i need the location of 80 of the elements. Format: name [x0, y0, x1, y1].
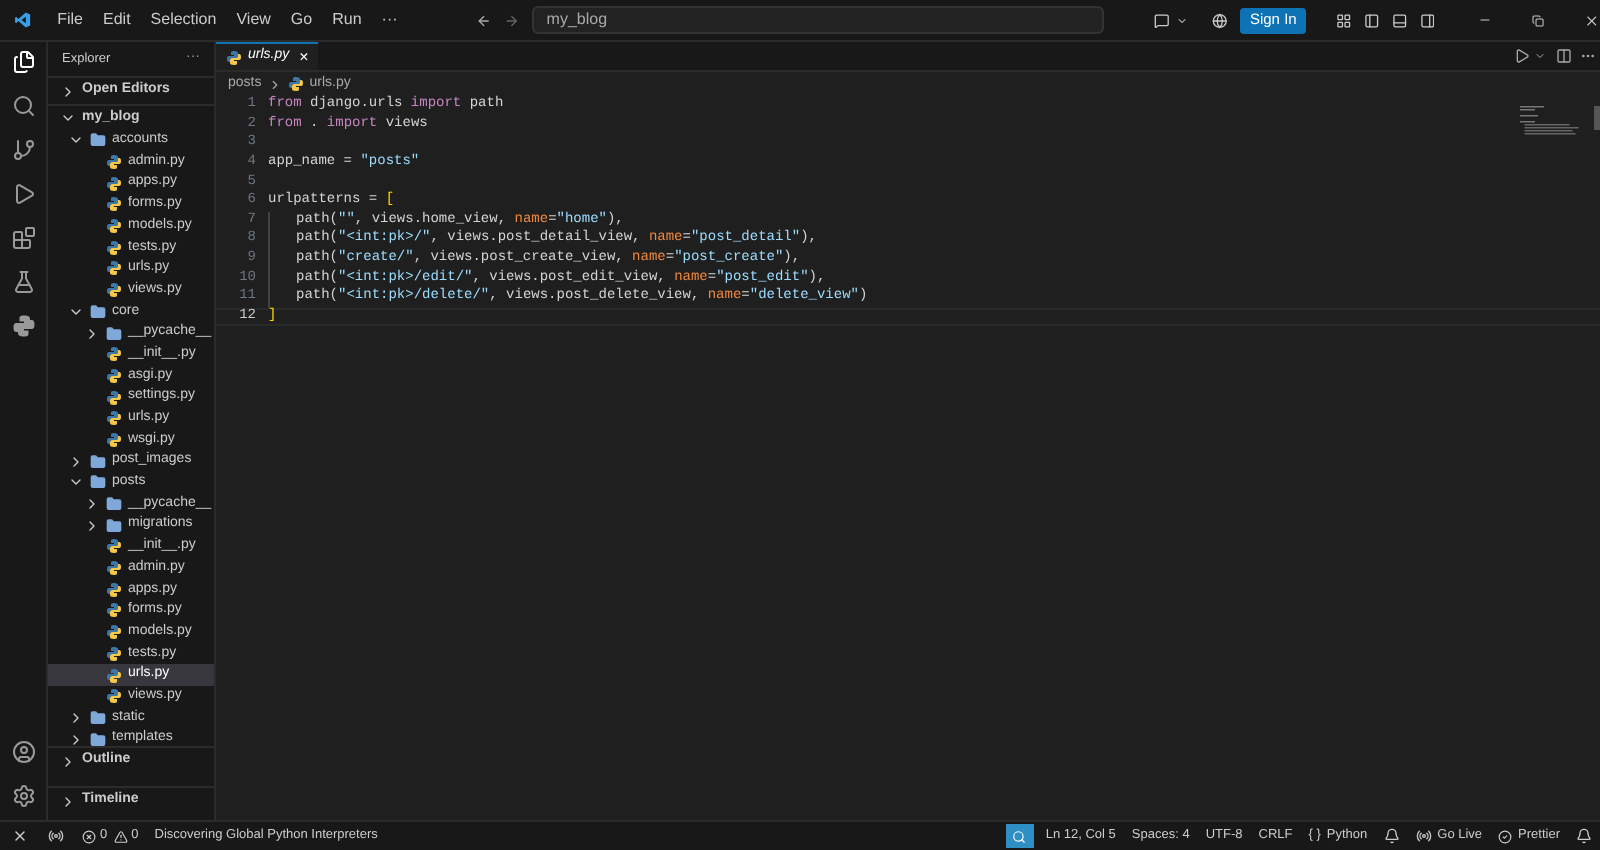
error-icon[interactable] — [82, 829, 96, 843]
panel-left-icon[interactable] — [1364, 11, 1380, 29]
extensions-icon[interactable] — [11, 226, 35, 250]
folder-icon — [90, 709, 106, 726]
close-icon[interactable] — [1584, 11, 1600, 29]
menu-item[interactable]: Edit — [93, 8, 141, 32]
python-icon — [106, 602, 122, 619]
python-icon — [106, 581, 122, 598]
chat-icon[interactable] — [1154, 11, 1171, 29]
folder-icon — [90, 731, 106, 748]
folder-icon — [106, 325, 122, 342]
menu-item[interactable]: ··· — [371, 8, 408, 32]
python-icon — [106, 410, 122, 427]
menu-item[interactable]: Go — [280, 8, 323, 32]
flask-icon[interactable] — [11, 270, 35, 294]
globe-icon[interactable] — [1212, 11, 1228, 29]
menu-item[interactable]: File — [47, 8, 93, 32]
restore-icon[interactable] — [1532, 13, 1545, 27]
ports-icon[interactable] — [48, 828, 64, 844]
python-icon — [106, 560, 122, 577]
run-icon[interactable] — [1514, 48, 1530, 64]
broadcast-icon[interactable] — [1415, 828, 1432, 844]
folder-icon — [90, 453, 106, 470]
panel-bottom-icon[interactable] — [1391, 11, 1408, 29]
run-debug-icon[interactable] — [11, 182, 35, 206]
minimap-drawing — [1520, 106, 1580, 136]
python-icon — [106, 218, 122, 235]
files-icon[interactable] — [11, 50, 35, 74]
python-icon — [106, 538, 122, 555]
python-icon — [287, 76, 304, 92]
branch-icon[interactable] — [11, 138, 35, 162]
chevron-right-icon — [267, 77, 282, 91]
chevron-down-icon[interactable] — [1176, 13, 1189, 27]
python-icon — [106, 367, 122, 384]
back-icon[interactable] — [475, 11, 492, 29]
python-icon — [106, 154, 122, 171]
menu-item[interactable]: Selection — [140, 8, 227, 32]
python-icon — [106, 624, 122, 641]
python-icon — [106, 175, 122, 192]
folder-icon — [106, 517, 122, 534]
tab-close[interactable]: × — [299, 45, 309, 69]
folder-icon — [90, 132, 106, 149]
python-icon[interactable] — [11, 314, 35, 338]
python-icon — [106, 196, 122, 213]
command-center-field[interactable]: my_blog — [532, 6, 1105, 34]
folder-icon — [90, 474, 106, 491]
search-icon[interactable] — [11, 94, 35, 118]
check-icon[interactable] — [1498, 829, 1513, 843]
python-icon — [106, 431, 122, 448]
python-icon — [106, 282, 122, 299]
menu-item[interactable]: Run — [322, 8, 372, 32]
python-icon — [106, 688, 122, 705]
python-icon — [106, 389, 122, 406]
panel-right-icon[interactable] — [1419, 11, 1435, 29]
chevron-down-icon[interactable] — [1534, 50, 1546, 62]
search-icon — [1012, 829, 1027, 843]
folder-icon — [106, 496, 122, 513]
warning-icon[interactable] — [113, 829, 128, 843]
forward-icon[interactable] — [503, 11, 519, 29]
notifications-icon[interactable] — [1576, 828, 1592, 844]
layout-icon[interactable] — [1336, 11, 1353, 29]
app-logo-icon — [14, 10, 32, 30]
chevron-right-icon — [84, 325, 100, 342]
account-icon[interactable] — [11, 740, 35, 764]
chevron-right-icon — [60, 793, 76, 809]
python-icon — [106, 346, 122, 363]
python-icon — [106, 260, 122, 277]
chevron-right-icon — [68, 453, 84, 470]
menu-item[interactable]: View — [226, 8, 281, 32]
python-icon — [106, 239, 122, 256]
python-icon — [106, 667, 122, 684]
scrollbar[interactable] — [1594, 106, 1600, 130]
python-icon — [226, 49, 242, 65]
split-editor-icon[interactable] — [1556, 48, 1572, 64]
python-icon — [106, 645, 122, 662]
folder-icon — [90, 303, 106, 320]
chevron-right-icon — [60, 83, 76, 99]
settings-icon[interactable] — [11, 784, 35, 808]
remote-icon[interactable] — [12, 828, 28, 844]
status-search-button[interactable] — [1005, 824, 1034, 848]
